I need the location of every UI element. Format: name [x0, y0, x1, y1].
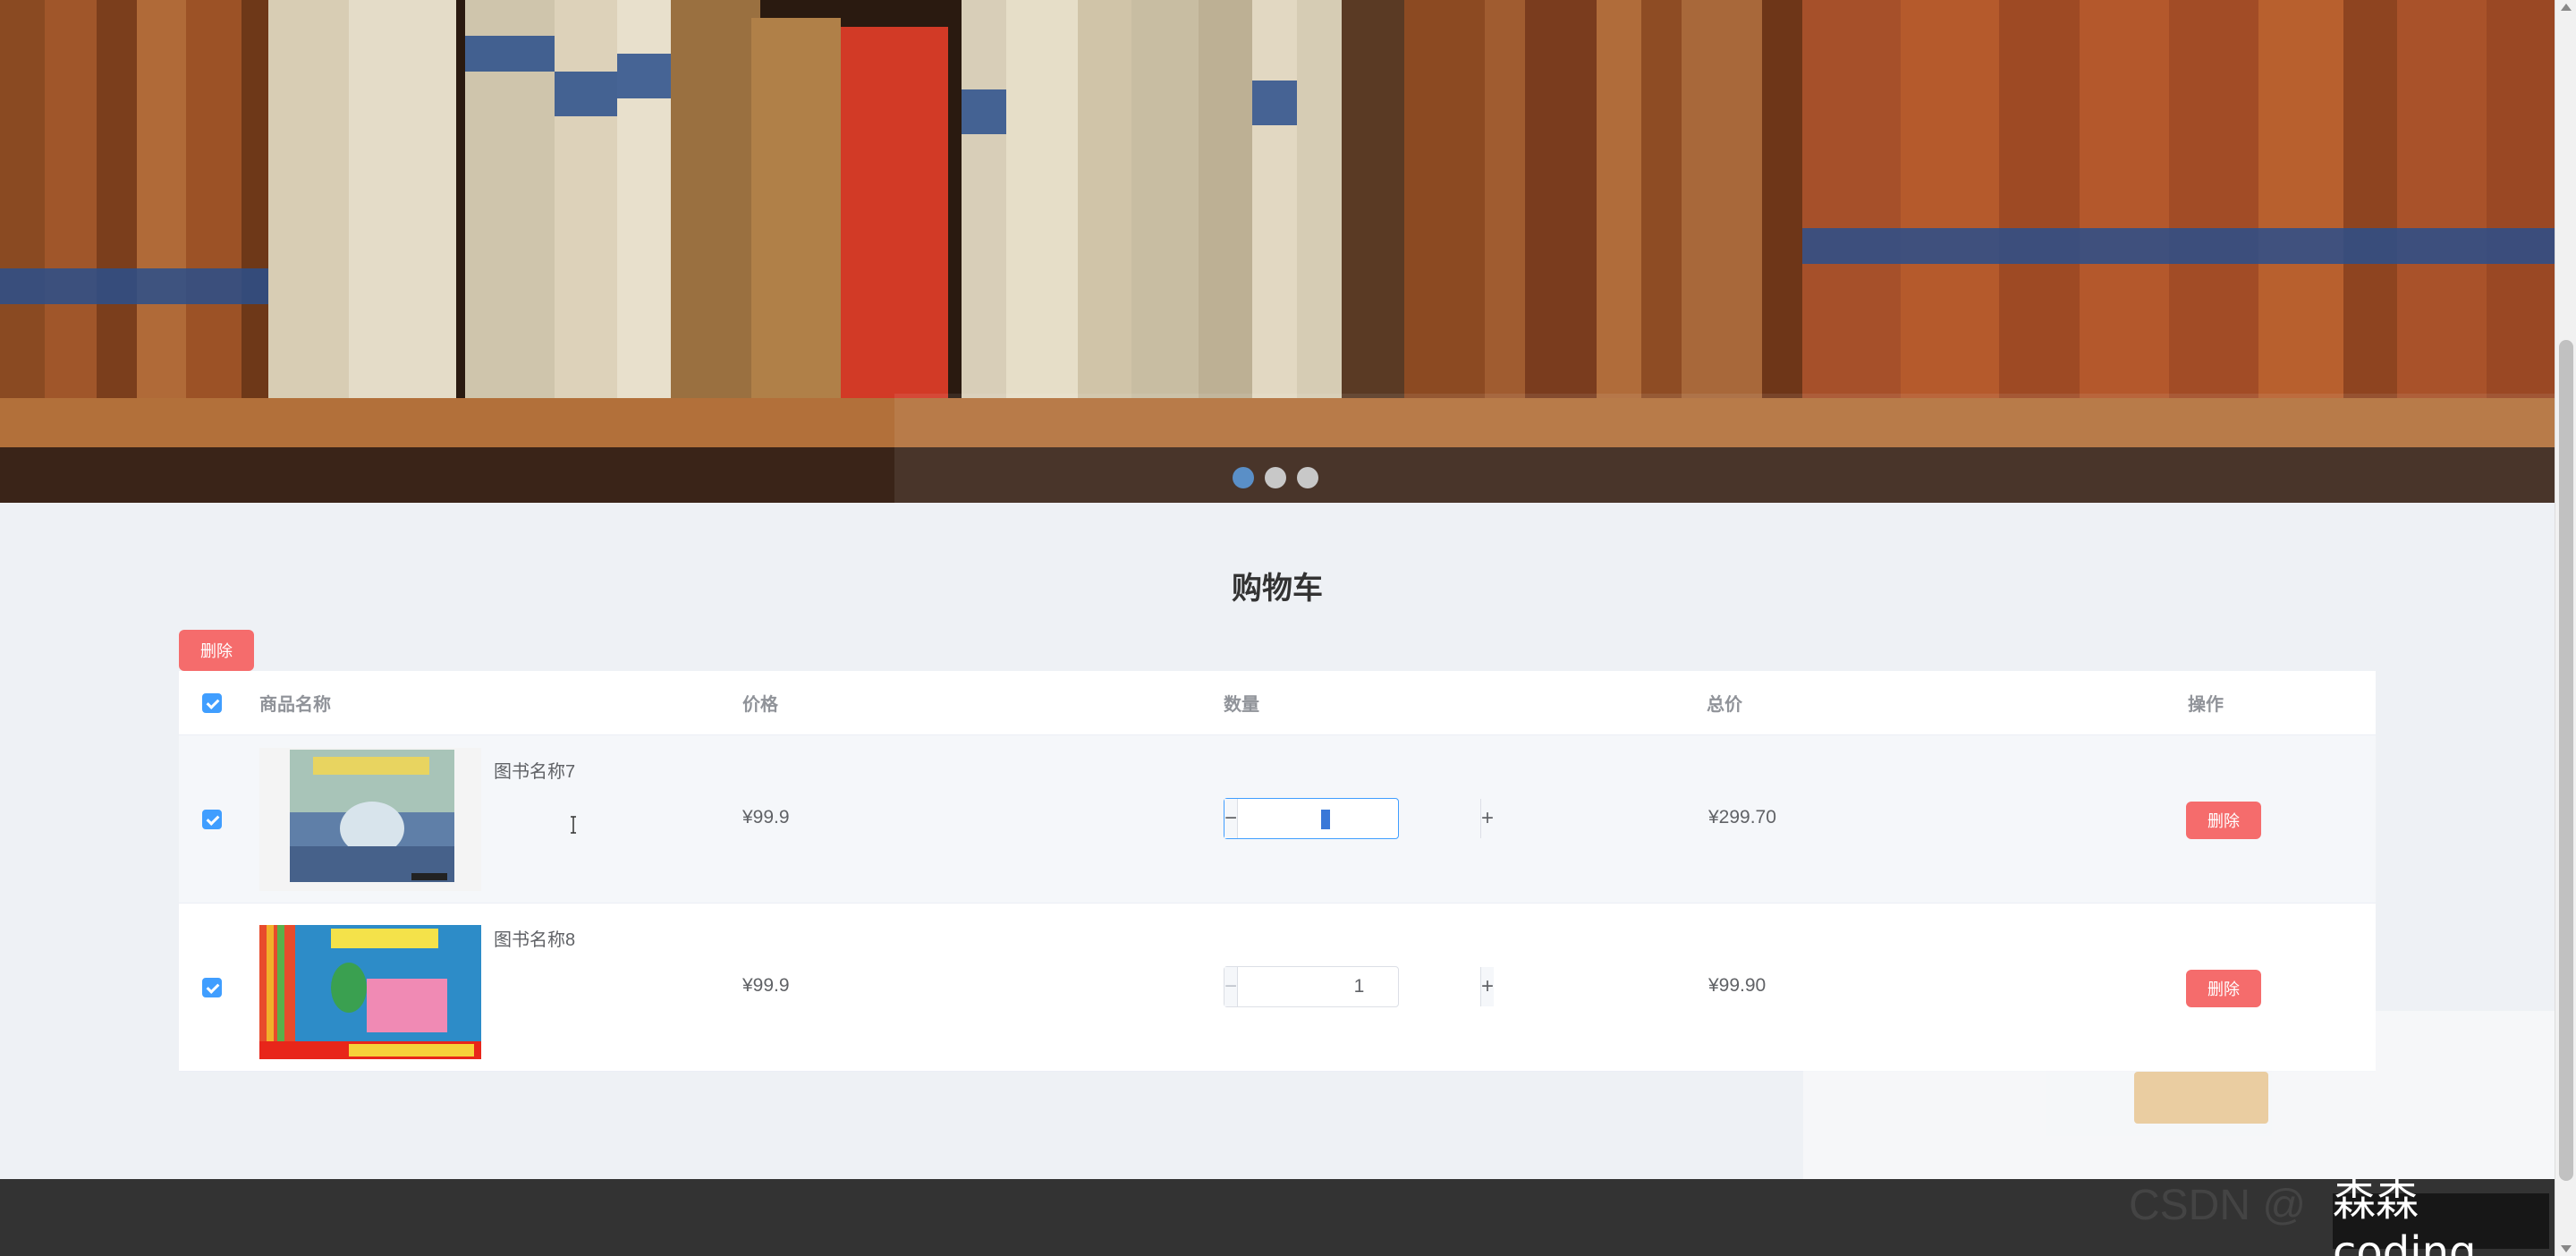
carousel-dot[interactable] — [1297, 467, 1318, 488]
decrease-button[interactable]: − — [1224, 799, 1239, 838]
page-scrollbar[interactable] — [2555, 0, 2576, 1256]
page-title: 购物车 — [1232, 572, 1323, 606]
quantity-input[interactable] — [1238, 967, 1481, 1006]
banner-carousel[interactable] — [0, 0, 2555, 503]
quantity-stepper: − + — [1224, 966, 1495, 1007]
row-total: ¥99.90 — [1708, 975, 1767, 996]
row-delete-button[interactable]: 删除 — [2186, 802, 2261, 839]
book-cover-image — [259, 916, 481, 1059]
scroll-down-icon[interactable] — [2561, 1245, 2572, 1252]
increase-button[interactable]: + — [1480, 967, 1495, 1006]
header-quantity: 数量 — [1224, 695, 1259, 715]
increase-button[interactable]: + — [1480, 799, 1495, 838]
carousel-indicators — [1233, 467, 1318, 488]
checkout-button[interactable] — [2134, 1072, 2268, 1124]
scroll-up-icon[interactable] — [2561, 4, 2572, 11]
quantity-input[interactable] — [1238, 799, 1481, 838]
quantity-stepper: − + — [1224, 798, 1495, 839]
row-delete-button[interactable]: 删除 — [2186, 970, 2261, 1007]
book-cover-image — [259, 748, 481, 891]
checkout-bar — [1803, 1011, 2555, 1190]
faded-watermark: CSDN @ — [2129, 1182, 2307, 1229]
table-row: 图书名称7 ¥99.9 − + ¥299.70 删除 — [179, 735, 2376, 904]
decrease-button[interactable]: − — [1224, 967, 1239, 1006]
carousel-dot[interactable] — [1233, 467, 1254, 488]
book-name[interactable]: 图书名称8 — [494, 925, 575, 951]
scroll-thumb[interactable] — [2559, 340, 2573, 1181]
bookshelf-image — [0, 0, 2555, 503]
text-cursor-icon — [571, 816, 576, 834]
select-all-checkbox[interactable] — [202, 693, 222, 713]
bulk-delete-button[interactable]: 删除 — [179, 630, 254, 671]
table-header: 商品名称 价格 数量 总价 操作 — [179, 671, 2376, 735]
row-total: ¥299.70 — [1708, 807, 1776, 827]
row-checkbox[interactable] — [202, 978, 222, 997]
carousel-dot[interactable] — [1265, 467, 1286, 488]
unit-price: ¥99.9 — [742, 975, 790, 996]
header-total: 总价 — [1707, 695, 1742, 715]
header-name: 商品名称 — [259, 695, 331, 715]
watermark: 森森coding — [2333, 1175, 2549, 1256]
unit-price: ¥99.9 — [742, 807, 790, 827]
header-action: 操作 — [2188, 695, 2224, 715]
row-checkbox[interactable] — [202, 810, 222, 829]
book-name[interactable]: 图书名称7 — [494, 757, 575, 783]
header-price: 价格 — [742, 695, 778, 715]
